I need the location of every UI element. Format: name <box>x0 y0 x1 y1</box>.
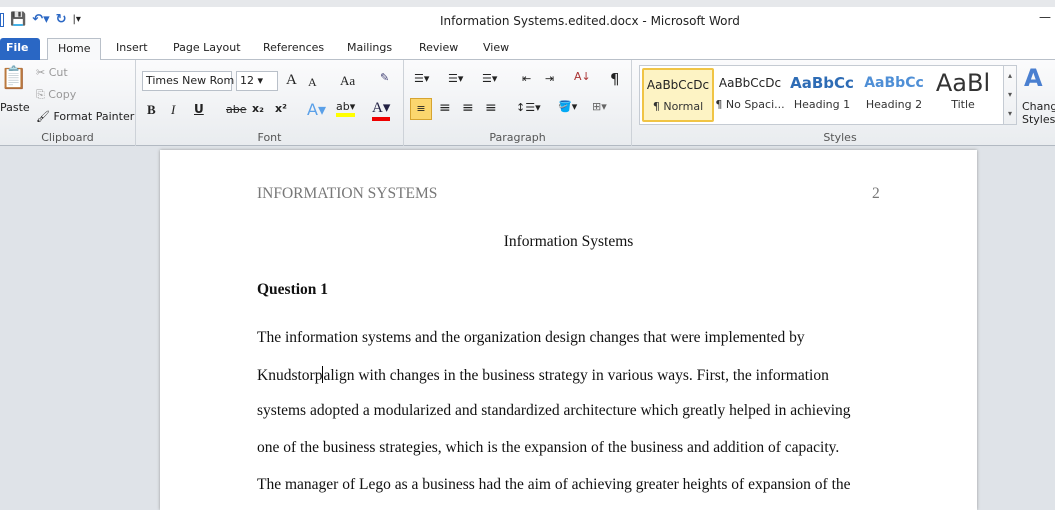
body-line: systems adopted a modularized and standa… <box>257 402 851 419</box>
body-line: Knudstorpalign with changes in the busin… <box>257 366 829 385</box>
increase-indent-icon[interactable]: ⇥ <box>545 72 554 85</box>
cut-button[interactable]: ✂ Cut <box>36 66 68 79</box>
quick-access-toolbar: 💾 ↶▾ ↻ |▾ <box>0 12 81 27</box>
highlight-color-icon[interactable]: ab▾ <box>336 100 356 117</box>
body-text: align with changes in the business strat… <box>323 367 829 384</box>
tab-mailings[interactable]: Mailings <box>337 38 402 60</box>
align-left-button[interactable]: ≡ <box>410 98 432 120</box>
decrease-indent-icon[interactable]: ⇤ <box>522 72 531 85</box>
style-no-spacing[interactable]: AaBbCcDc ¶ No Spaci... <box>714 68 786 122</box>
styles-group: AaBbCcDc ¶ Normal AaBbCcDc ¶ No Spaci... A… <box>632 60 1055 146</box>
document-title: Information Systems <box>503 233 634 250</box>
underline-button[interactable]: U <box>194 102 204 116</box>
tab-page-layout[interactable]: Page Layout <box>163 38 251 60</box>
body-line: The manager of Lego as a business had th… <box>257 476 851 493</box>
style-name: Heading 1 <box>793 98 851 111</box>
copy-button[interactable]: ⎘ Copy <box>36 88 76 102</box>
page-header: INFORMATION SYSTEMS <box>257 185 438 202</box>
format-painter-button[interactable]: 🖌 Format Painter <box>36 110 134 123</box>
style-preview: AaBbCcDc <box>646 78 710 92</box>
paragraph-label: Paragraph <box>489 131 546 144</box>
style-normal[interactable]: AaBbCcDc ¶ Normal <box>642 68 714 122</box>
bold-button[interactable]: B <box>147 102 156 118</box>
numbering-icon[interactable]: ☰▾ <box>448 72 463 85</box>
style-heading-2[interactable]: AaBbCc Heading 2 <box>858 68 930 122</box>
app-icon <box>0 12 4 27</box>
change-case-button[interactable]: Aa <box>340 73 355 89</box>
change-styles-label: Change <box>1022 100 1055 113</box>
body-line: one of the business strategies, which is… <box>257 439 840 456</box>
paragraph-group: ☰▾ ☰▾ ☰▾ ⇤ ⇥ A↓ ¶ ≡ ≡ ≡ ≡ ↕☰▾ 🪣▾ ⊞▾ Para… <box>404 60 632 146</box>
ribbon: 📋 Paste ✂ Cut ⎘ Copy 🖌 Format Painter Cl… <box>0 60 1055 146</box>
show-formatting-button[interactable]: ¶ <box>610 70 620 88</box>
clear-formatting-icon[interactable]: ✎ <box>380 71 389 84</box>
font-size-value: 12 <box>240 74 254 87</box>
ribbon-tabs: File Home Insert Page Layout References … <box>0 36 1055 61</box>
customize-toolbar-icon[interactable]: |▾ <box>73 14 81 25</box>
question-heading: Question 1 <box>257 281 329 298</box>
italic-button[interactable]: I <box>171 102 175 118</box>
cut-label: Cut <box>48 66 68 79</box>
superscript-button[interactable]: x² <box>275 102 287 115</box>
style-preview: AaBbCc <box>864 75 924 91</box>
font-name-value: Times New Rom <box>146 74 235 87</box>
align-right-button[interactable]: ≡ <box>462 100 474 116</box>
clipboard-label: Clipboard <box>41 131 94 144</box>
sort-icon[interactable]: A↓ <box>574 70 591 83</box>
tab-insert[interactable]: Insert <box>106 38 158 60</box>
strikethrough-button[interactable]: abe <box>226 103 247 116</box>
tab-review[interactable]: Review <box>409 38 468 60</box>
page-number: 2 <box>872 185 880 202</box>
style-preview: AaBbCc <box>790 74 854 92</box>
style-title[interactable]: AaBl Title <box>928 68 998 122</box>
shrink-font-button[interactable]: A <box>308 75 317 90</box>
justify-button[interactable]: ≡ <box>485 100 497 116</box>
style-name: ¶ Normal <box>652 100 704 113</box>
format-painter-label: Format Painter <box>53 110 135 123</box>
font-label: Font <box>257 131 282 144</box>
tab-file[interactable]: File <box>0 38 40 60</box>
change-styles-button[interactable]: ChangeStyles <box>1022 100 1055 126</box>
redo-icon[interactable]: ↻ <box>56 12 67 27</box>
change-styles-label: Styles <box>1022 113 1055 126</box>
undo-icon[interactable]: ↶▾ <box>32 12 49 27</box>
borders-icon[interactable]: ⊞▾ <box>592 100 607 113</box>
style-name: ¶ No Spaci... <box>715 98 785 111</box>
line-spacing-icon[interactable]: ↕☰▾ <box>516 101 541 114</box>
font-name-select[interactable]: Times New Rom ▾ <box>142 71 243 91</box>
clipboard-group: 📋 Paste ✂ Cut ⎘ Copy 🖌 Format Painter Cl… <box>0 60 136 146</box>
font-size-select[interactable]: 12 ▾ <box>236 71 278 91</box>
tab-home[interactable]: Home <box>47 38 101 61</box>
window-title: Information Systems.edited.docx - Micros… <box>440 14 740 28</box>
paste-icon[interactable]: 📋 <box>0 66 27 91</box>
style-preview: AaBbCcDc <box>718 76 782 90</box>
style-preview: AaBl <box>935 69 991 97</box>
font-group: Times New Rom ▾ 12 ▾ A A Aa ✎ B I U abe … <box>136 60 404 146</box>
document-page[interactable]: INFORMATION SYSTEMS 2 Information System… <box>160 150 977 510</box>
styles-label: Styles <box>823 131 857 144</box>
style-name: Title <box>951 98 975 111</box>
minimize-button[interactable]: — <box>1039 10 1051 24</box>
subscript-button[interactable]: x₂ <box>252 102 264 115</box>
body-line: The information systems and the organiza… <box>257 329 805 346</box>
body-text: Knudstorp <box>257 367 323 384</box>
shading-icon[interactable]: 🪣▾ <box>558 100 577 113</box>
multilevel-list-icon[interactable]: ☰▾ <box>482 72 497 85</box>
bullets-icon[interactable]: ☰▾ <box>414 72 429 85</box>
change-styles-icon[interactable]: A <box>1024 64 1043 92</box>
styles-scroll[interactable]: ▴ ▾ ▾ <box>1003 65 1017 125</box>
tab-view[interactable]: View <box>473 38 519 60</box>
align-center-button[interactable]: ≡ <box>439 100 451 116</box>
copy-label: Copy <box>48 88 77 101</box>
style-name: Heading 2 <box>865 98 923 111</box>
style-heading-1[interactable]: AaBbCc Heading 1 <box>786 68 858 122</box>
grow-font-button[interactable]: A <box>286 72 297 89</box>
tab-references[interactable]: References <box>253 38 334 60</box>
text-effects-icon[interactable]: A▾ <box>307 100 326 119</box>
title-bar: 💾 ↶▾ ↻ |▾ Information Systems.edited.doc… <box>0 0 1055 36</box>
font-color-icon[interactable]: A▾ <box>372 98 391 121</box>
paste-button[interactable]: Paste <box>0 101 30 114</box>
save-icon[interactable]: 💾 <box>10 12 26 27</box>
